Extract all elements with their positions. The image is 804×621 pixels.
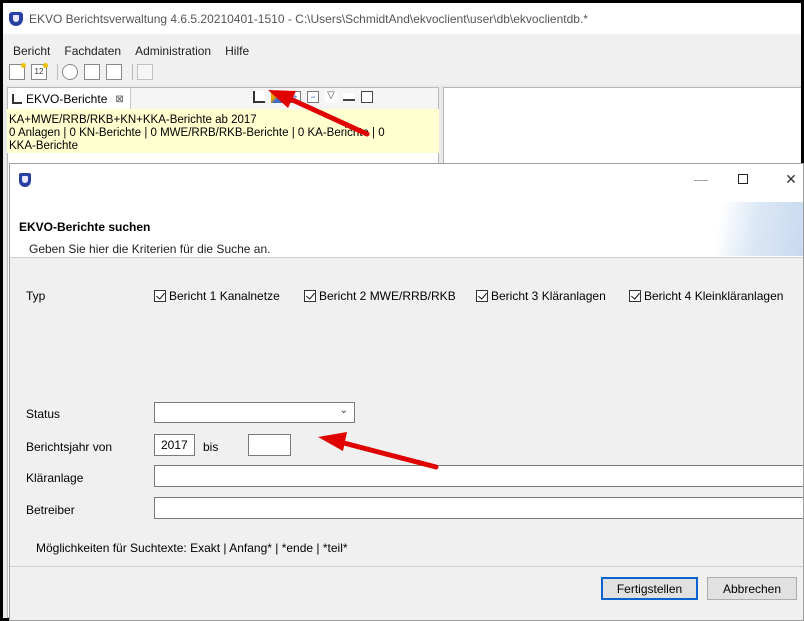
annotation-arrow-jahr-bis	[318, 432, 439, 470]
annotation-arrow-toolbar	[268, 90, 370, 137]
annotation-arrows	[268, 90, 439, 470]
